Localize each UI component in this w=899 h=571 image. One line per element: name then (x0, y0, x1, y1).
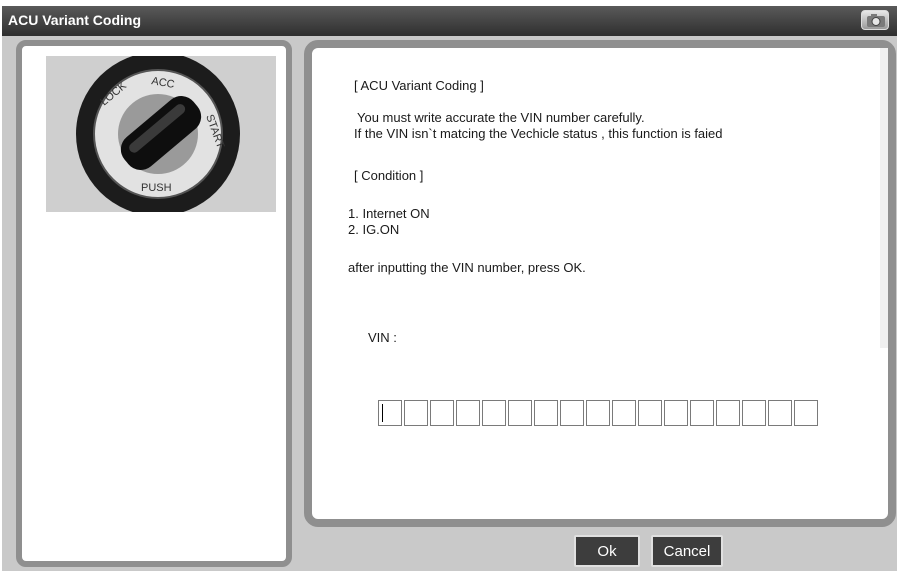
vin-char-box[interactable] (534, 400, 558, 426)
vin-char-box[interactable] (586, 400, 610, 426)
condition-heading: [ Condition ] (354, 168, 424, 183)
condition-item-1: 1. Internet ON (348, 206, 430, 221)
title-bar: ACU Variant Coding (2, 6, 897, 36)
vin-char-box[interactable] (404, 400, 428, 426)
instruction-text: after inputting the VIN number, press OK… (348, 260, 586, 275)
window-title: ACU Variant Coding (8, 12, 142, 28)
vin-char-box[interactable] (768, 400, 792, 426)
section-heading: [ ACU Variant Coding ] (354, 78, 484, 93)
cancel-button[interactable]: Cancel (651, 535, 723, 567)
vin-char-box[interactable] (508, 400, 532, 426)
vin-input[interactable] (378, 400, 820, 426)
vin-char-box[interactable] (430, 400, 454, 426)
vin-char-box[interactable] (560, 400, 584, 426)
camera-icon[interactable] (861, 10, 889, 30)
warning-text-line1: You must write accurate the VIN number c… (357, 110, 645, 125)
vin-char-box[interactable] (638, 400, 662, 426)
vin-char-box[interactable] (456, 400, 480, 426)
vin-char-box[interactable] (378, 400, 402, 426)
vin-char-box[interactable] (612, 400, 636, 426)
vin-char-box[interactable] (794, 400, 818, 426)
svg-text:PUSH: PUSH (141, 182, 172, 194)
ignition-key-image: LOCK ACC START PUSH (46, 52, 276, 216)
image-panel: LOCK ACC START PUSH (16, 40, 292, 567)
vin-char-box[interactable] (664, 400, 688, 426)
info-panel: [ ACU Variant Coding ] You must write ac… (304, 40, 896, 527)
vin-char-box[interactable] (742, 400, 766, 426)
vin-char-box[interactable] (690, 400, 714, 426)
condition-item-2: 2. IG.ON (348, 222, 400, 237)
ok-button[interactable]: Ok (574, 535, 640, 567)
scrollbar[interactable] (880, 48, 888, 348)
vin-label: VIN : (368, 330, 397, 345)
warning-text-line2: If the VIN isn`t matcing the Vechicle st… (354, 126, 723, 141)
vin-char-box[interactable] (482, 400, 506, 426)
vin-char-box[interactable] (716, 400, 740, 426)
